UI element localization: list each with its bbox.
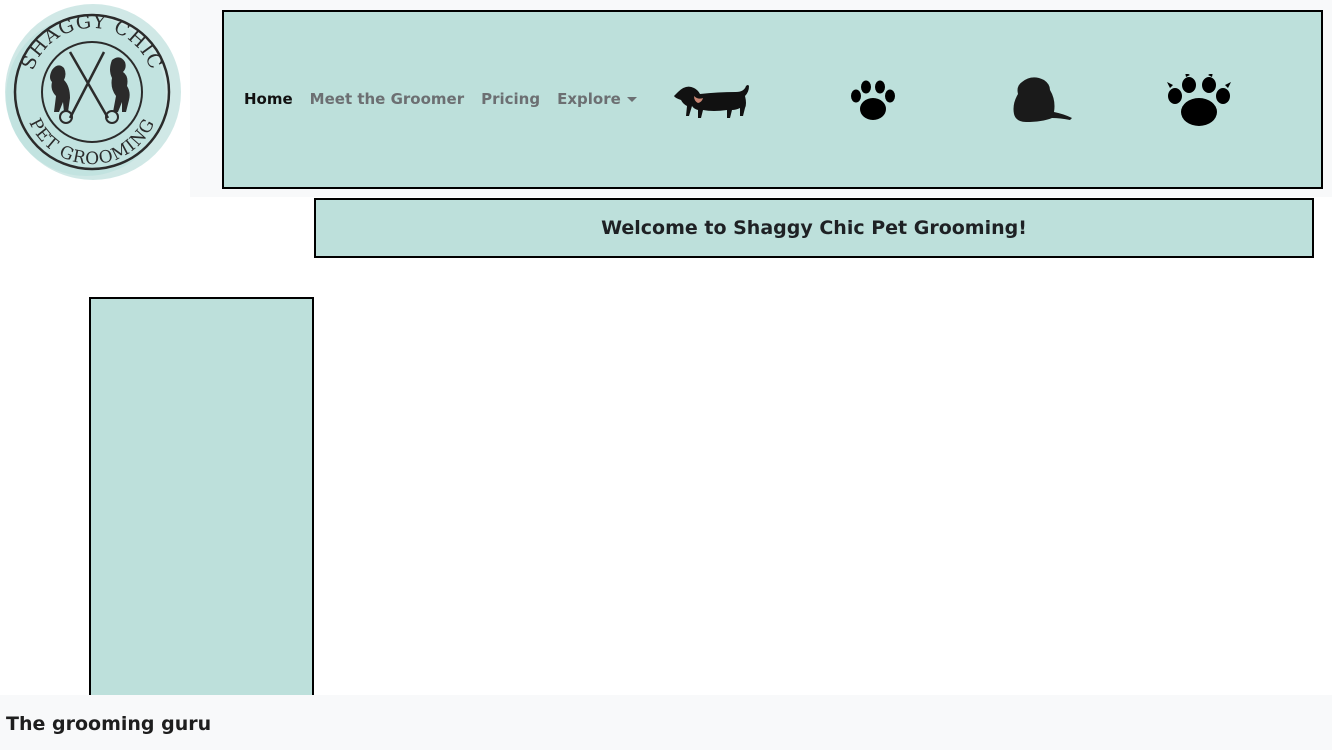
side-panel <box>89 297 314 699</box>
navbar: Home Meet the Groomer Pricing Explore <box>222 10 1323 189</box>
sitting-dog-icon <box>1013 77 1072 122</box>
caret-down-icon <box>626 97 637 102</box>
nav-dropdown-explore-label: Explore <box>557 90 621 108</box>
welcome-banner: Welcome to Shaggy Chic Pet Grooming! <box>314 198 1314 258</box>
nav-links: Home Meet the Groomer Pricing Explore <box>244 90 654 108</box>
shaggy-chic-logo[interactable]: SHAGGY CHIC PET GROOMING <box>0 0 190 190</box>
nav-link-home[interactable]: Home <box>244 90 293 108</box>
paw-with-claws-icon <box>1167 74 1231 126</box>
dachshund-icon <box>674 85 749 118</box>
footer: The grooming guru <box>0 695 1332 750</box>
paw-icon <box>851 80 895 120</box>
welcome-title: Welcome to Shaggy Chic Pet Grooming! <box>601 217 1027 239</box>
nav-link-meet-the-groomer[interactable]: Meet the Groomer <box>310 90 464 108</box>
footer-text: The grooming guru <box>6 713 212 735</box>
nav-link-pricing[interactable]: Pricing <box>481 90 540 108</box>
nav-dropdown-explore[interactable]: Explore <box>557 90 637 108</box>
